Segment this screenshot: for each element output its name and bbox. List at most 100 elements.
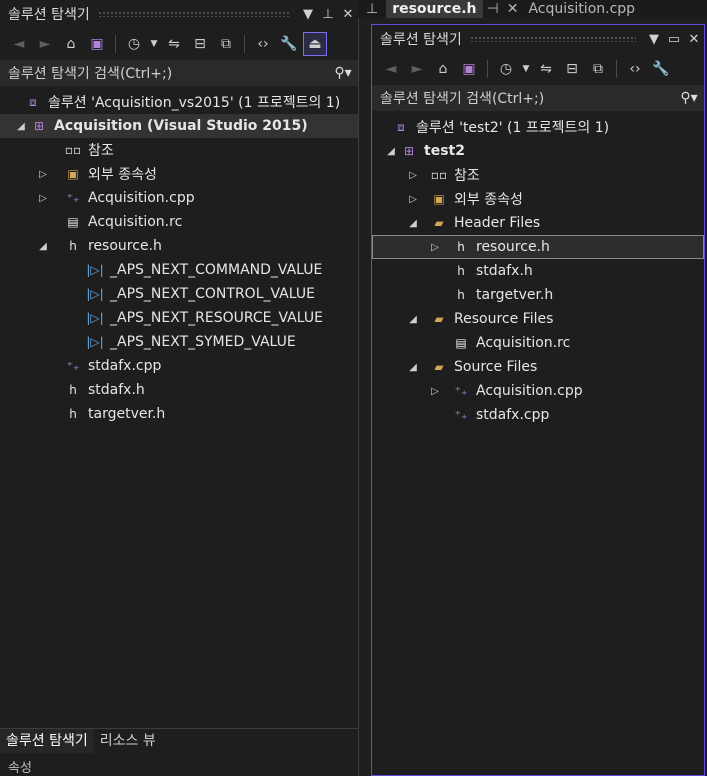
tree-item-label: Resource Files bbox=[454, 311, 554, 327]
show-all-files-icon[interactable]: ⧉ bbox=[587, 58, 609, 80]
properties-wrench-icon[interactable]: 🔧 bbox=[650, 58, 672, 80]
dropdown-icon[interactable]: ▼ bbox=[298, 7, 318, 22]
solution-node[interactable]: ⧈ 솔루션 'Acquisition_vs2015' (1 프로젝트의 1) bbox=[0, 90, 358, 114]
panel-title: 솔루션 탐색기 bbox=[380, 32, 462, 48]
forward-icon[interactable]: ► bbox=[406, 58, 428, 80]
close-icon[interactable]: ✕ bbox=[338, 7, 358, 22]
expanded-arrow-icon[interactable]: ◢ bbox=[14, 121, 28, 132]
switch-views-icon[interactable]: ▣ bbox=[86, 33, 108, 55]
tree-item-resource-h[interactable]: ▷ h resource.h bbox=[372, 235, 704, 259]
search-box[interactable]: 솔루션 탐색기 검색(Ctrl+;) ⚲▾ bbox=[0, 60, 358, 86]
maximize-icon[interactable]: ▭ bbox=[664, 32, 684, 47]
collapse-all-icon[interactable]: ⊟ bbox=[189, 33, 211, 55]
pin-icon[interactable]: ⊥ bbox=[318, 7, 338, 22]
tree-item-external-deps[interactable]: ▷ ▣ 외부 종속성 bbox=[372, 187, 704, 211]
pending-changes-filter-icon[interactable]: ◷ bbox=[495, 58, 517, 80]
title-grip[interactable] bbox=[97, 11, 290, 17]
tree-item-resource-files[interactable]: ◢ ▰ Resource Files bbox=[372, 307, 704, 331]
tree-item-acquisition-rc[interactable]: ▤ Acquisition.rc bbox=[0, 210, 358, 234]
tree-item-label: _APS_NEXT_CONTROL_VALUE bbox=[110, 286, 315, 302]
tree-item-stdafx-cpp[interactable]: ⁺₊ stdafx.cpp bbox=[372, 403, 704, 427]
macro-icon: |▷| bbox=[86, 335, 104, 349]
home-icon[interactable]: ⌂ bbox=[432, 58, 454, 80]
search-input[interactable]: 솔루션 탐색기 검색(Ctrl+;) bbox=[8, 63, 328, 83]
collapsed-arrow-icon[interactable]: ▷ bbox=[428, 386, 442, 397]
expanded-arrow-icon[interactable]: ◢ bbox=[36, 241, 50, 252]
solution-node[interactable]: ⧈ 솔루션 'test2' (1 프로젝트의 1) bbox=[372, 115, 704, 139]
project-node[interactable]: ◢ ⊞ test2 bbox=[372, 139, 704, 163]
tab-solution-explorer[interactable]: 솔루션 탐색기 bbox=[0, 729, 94, 753]
tree-item-stdafx-h[interactable]: h stdafx.h bbox=[372, 259, 704, 283]
preview-selected-icon[interactable]: ⏏ bbox=[303, 32, 327, 56]
toolbar: ◄ ► ⌂ ▣ ◷ ▼ ⇋ ⊟ ⧉ ‹› 🔧 ⏏ bbox=[0, 28, 358, 60]
cpp-file-icon: ⁺₊ bbox=[66, 359, 80, 373]
tree-item-references[interactable]: ▫▫ 참조 bbox=[0, 138, 358, 162]
forward-icon[interactable]: ► bbox=[34, 33, 56, 55]
tab-acquisition-cpp[interactable]: Acquisition.cpp bbox=[522, 0, 641, 18]
search-input[interactable]: 솔루션 탐색기 검색(Ctrl+;) bbox=[380, 88, 674, 108]
tree-item-label: targetver.h bbox=[476, 287, 554, 303]
tree-item-stdafx-h[interactable]: h stdafx.h bbox=[0, 378, 358, 402]
back-icon[interactable]: ◄ bbox=[8, 33, 30, 55]
back-icon[interactable]: ◄ bbox=[380, 58, 402, 80]
search-icon[interactable]: ⚲▾ bbox=[328, 65, 358, 81]
project-node[interactable]: ◢ ⊞ Acquisition (Visual Studio 2015) bbox=[0, 114, 358, 138]
tree-item-targetver-h[interactable]: h targetver.h bbox=[372, 283, 704, 307]
tree-item-acquisition-rc[interactable]: ▤ Acquisition.rc bbox=[372, 331, 704, 355]
solution-tree: ⧈ 솔루션 'Acquisition_vs2015' (1 프로젝트의 1) ◢… bbox=[0, 90, 358, 426]
tree-item-label: resource.h bbox=[88, 238, 162, 254]
tree-item-macro[interactable]: |▷| _APS_NEXT_RESOURCE_VALUE bbox=[0, 306, 358, 330]
expanded-arrow-icon[interactable]: ◢ bbox=[406, 218, 420, 229]
search-icon[interactable]: ⚲▾ bbox=[674, 90, 704, 106]
tree-item-source-files[interactable]: ◢ ▰ Source Files bbox=[372, 355, 704, 379]
collapsed-arrow-icon[interactable]: ▷ bbox=[36, 193, 50, 204]
tree-item-references[interactable]: ▷ ▫▫ 참조 bbox=[372, 163, 704, 187]
sync-icon[interactable]: ⇋ bbox=[163, 33, 185, 55]
switch-views-icon[interactable]: ▣ bbox=[458, 58, 480, 80]
pending-changes-filter-icon[interactable]: ◷ bbox=[123, 33, 145, 55]
tree-item-resource-h[interactable]: ◢ h resource.h bbox=[0, 234, 358, 258]
solution-label: 솔루션 'Acquisition_vs2015' (1 프로젝트의 1) bbox=[48, 95, 341, 111]
code-view-icon[interactable]: ‹› bbox=[252, 33, 274, 55]
chevron-down-icon[interactable]: ▼ bbox=[149, 33, 159, 55]
show-all-files-icon[interactable]: ⧉ bbox=[215, 33, 237, 55]
title-grip[interactable] bbox=[469, 36, 636, 42]
search-box[interactable]: 솔루션 탐색기 검색(Ctrl+;) ⚲▾ bbox=[372, 85, 704, 111]
tree-item-acquisition-cpp[interactable]: ▷ ⁺₊ Acquisition.cpp bbox=[372, 379, 704, 403]
tree-item-external-deps[interactable]: ▷ ▣ 외부 종속성 bbox=[0, 162, 358, 186]
expanded-arrow-icon[interactable]: ◢ bbox=[406, 362, 420, 373]
collapsed-arrow-icon[interactable]: ▷ bbox=[36, 169, 50, 180]
tree-item-stdafx-cpp[interactable]: ⁺₊ stdafx.cpp bbox=[0, 354, 358, 378]
expanded-arrow-icon[interactable]: ◢ bbox=[384, 146, 398, 157]
tree-item-targetver-h[interactable]: h targetver.h bbox=[0, 402, 358, 426]
close-icon[interactable]: ✕ bbox=[684, 32, 704, 47]
solution-tree: ⧈ 솔루션 'test2' (1 프로젝트의 1) ◢ ⊞ test2 ▷ ▫▫… bbox=[372, 115, 704, 427]
collapsed-arrow-icon[interactable]: ▷ bbox=[428, 242, 442, 253]
properties-wrench-icon[interactable]: 🔧 bbox=[278, 33, 300, 55]
tree-item-macro[interactable]: |▷| _APS_NEXT_CONTROL_VALUE bbox=[0, 282, 358, 306]
chevron-down-icon[interactable]: ▼ bbox=[521, 58, 531, 80]
toolbar-separator bbox=[115, 35, 116, 53]
tab-resource-view[interactable]: 리소스 뷰 bbox=[94, 729, 162, 753]
collapse-all-icon[interactable]: ⊟ bbox=[561, 58, 583, 80]
document-tab-strip: ⊥ resource.h ⊣ ✕ Acquisition.cpp bbox=[358, 0, 707, 18]
references-icon: ▫▫ bbox=[430, 168, 448, 182]
tree-item-macro[interactable]: |▷| _APS_NEXT_SYMED_VALUE bbox=[0, 330, 358, 354]
pin-icon[interactable]: ⊣ bbox=[483, 0, 503, 18]
collapsed-arrow-icon[interactable]: ▷ bbox=[406, 170, 420, 181]
project-label: Acquisition (Visual Studio 2015) bbox=[54, 118, 308, 134]
home-icon[interactable]: ⌂ bbox=[60, 33, 82, 55]
close-icon[interactable]: ✕ bbox=[503, 0, 523, 18]
macro-icon: |▷| bbox=[86, 287, 104, 301]
tree-item-label: Acquisition.rc bbox=[88, 214, 183, 230]
tree-item-acquisition-cpp[interactable]: ▷ ⁺₊ Acquisition.cpp bbox=[0, 186, 358, 210]
sync-icon[interactable]: ⇋ bbox=[535, 58, 557, 80]
dropdown-icon[interactable]: ▼ bbox=[644, 32, 664, 47]
cpp-file-icon: ⁺₊ bbox=[66, 191, 80, 205]
tree-item-macro[interactable]: |▷| _APS_NEXT_COMMAND_VALUE bbox=[0, 258, 358, 282]
collapsed-arrow-icon[interactable]: ▷ bbox=[406, 194, 420, 205]
expanded-arrow-icon[interactable]: ◢ bbox=[406, 314, 420, 325]
tab-resource-h[interactable]: resource.h bbox=[386, 0, 483, 18]
tree-item-header-files[interactable]: ◢ ▰ Header Files bbox=[372, 211, 704, 235]
code-view-icon[interactable]: ‹› bbox=[624, 58, 646, 80]
